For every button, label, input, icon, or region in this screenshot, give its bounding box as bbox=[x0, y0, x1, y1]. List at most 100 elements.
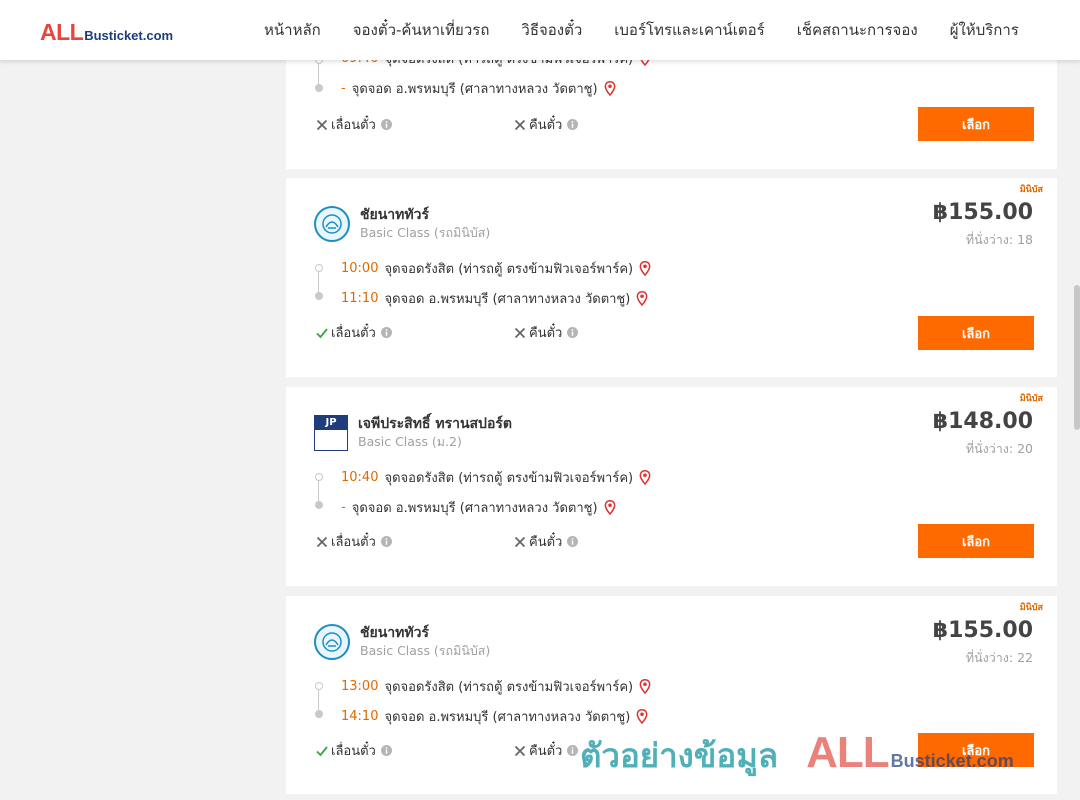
policy-label: เลื่อนตั๋ว bbox=[331, 118, 376, 133]
info-icon[interactable] bbox=[567, 536, 579, 547]
policy-label: เลื่อนตั๋ว bbox=[331, 535, 376, 550]
map-pin-icon[interactable] bbox=[636, 291, 648, 306]
trip-card: มินิบัส JP เจพีประสิทธิ์ ทรานสปอร์ต Basi… bbox=[286, 387, 1057, 586]
nav-book-search[interactable]: จองตั๋ว-ค้นหาเที่ยวรถ bbox=[337, 18, 506, 42]
operator-name: ชัยนาททัวร์ bbox=[360, 625, 429, 641]
nav-home[interactable]: หน้าหลัก bbox=[248, 18, 337, 42]
policy-reschedule: เลื่อนตั๋ว bbox=[316, 740, 392, 761]
seats-available: ที่นั่งว่าง: 22 bbox=[965, 650, 1033, 665]
select-trip-button[interactable]: เลือก bbox=[918, 316, 1034, 350]
stop-place: จุดจอด อ.พรหมบุรี (ศาลาทางหลวง วัดตาชู) bbox=[384, 292, 631, 307]
ticket-price: ฿155.00 bbox=[932, 618, 1033, 643]
stop-place: จุดจอด อ.พรหมบุรี (ศาลาทางหลวง วัดตาชู) bbox=[351, 501, 598, 516]
stop-origin: 10:40 จุดจอดรังสิต (ท่ารถตู้ ตรงข้ามฟิวเ… bbox=[341, 467, 651, 488]
stop-place: จุดจอด อ.พรหมบุรี (ศาลาทางหลวง วัดตาชู) bbox=[384, 710, 631, 725]
ticket-price: ฿155.00 bbox=[932, 200, 1033, 225]
operator-info: ชัยนาททัวร์ Basic Class (รถมินิบัส) bbox=[314, 624, 490, 660]
operator-info: ชัยนาททัวร์ Basic Class (รถมินิบัส) bbox=[314, 206, 490, 242]
map-pin-icon[interactable] bbox=[639, 261, 651, 276]
main-nav: หน้าหลัก จองตั๋ว-ค้นหาเที่ยวรถ วิธีจองตั… bbox=[248, 0, 1035, 60]
jp-logo-band bbox=[315, 430, 347, 450]
policy-reschedule: เลื่อนตั๋ว bbox=[316, 322, 392, 343]
timeline-end-dot bbox=[315, 710, 323, 718]
stop-place: จุดจอดรังสิต (ท่ารถตู้ ตรงข้ามฟิวเจอร์พา… bbox=[384, 680, 634, 695]
policy-reschedule: เลื่อนตั๋ว bbox=[316, 531, 392, 552]
info-icon[interactable] bbox=[380, 745, 392, 756]
timeline-start-dot bbox=[315, 473, 323, 481]
info-icon[interactable] bbox=[380, 536, 392, 547]
policy-label: คืนตั๋ว bbox=[529, 118, 563, 133]
timeline-start-dot bbox=[315, 264, 323, 272]
stop-time: 13:00 bbox=[341, 679, 379, 694]
check-icon bbox=[316, 745, 328, 756]
route-timeline bbox=[315, 56, 323, 92]
chainat-tour-logo-icon bbox=[322, 632, 342, 652]
stop-place: จุดจอด อ.พรหมบุรี (ศาลาทางหลวง วัดตาชู) bbox=[351, 82, 598, 97]
ticket-price: ฿148.00 bbox=[932, 409, 1033, 434]
chainat-tour-logo-icon bbox=[322, 214, 342, 234]
page-scrollbar-thumb[interactable] bbox=[1074, 285, 1080, 430]
operator-logo bbox=[314, 206, 350, 242]
jp-logo-text: JP bbox=[325, 417, 337, 428]
timeline-start-dot bbox=[315, 682, 323, 690]
cross-icon bbox=[316, 119, 328, 130]
policy-refund: คืนตั๋ว bbox=[514, 531, 579, 552]
operator-logo: JP bbox=[314, 415, 348, 451]
timeline-end-dot bbox=[315, 292, 323, 300]
info-icon[interactable] bbox=[380, 327, 392, 338]
cross-icon bbox=[514, 119, 526, 130]
operator-info: JP เจพีประสิทธิ์ ทรานสปอร์ต Basic Class … bbox=[314, 415, 512, 451]
bus-type-badge: มินิบัส bbox=[1019, 185, 1043, 195]
nav-check-booking[interactable]: เช็คสถานะการจอง bbox=[781, 18, 934, 42]
stop-place: จุดจอดรังสิต (ท่ารถตู้ ตรงข้ามฟิวเจอร์พา… bbox=[384, 471, 634, 486]
page-scrollbar-track[interactable] bbox=[1072, 60, 1080, 800]
logo-busticket-text: Busticket.com bbox=[84, 28, 174, 43]
bus-class: Basic Class (รถมินิบัส) bbox=[360, 643, 491, 658]
stop-origin: 10:00 จุดจอดรังสิต (ท่ารถตู้ ตรงข้ามฟิวเ… bbox=[341, 258, 651, 279]
stop-time: 11:10 bbox=[341, 291, 379, 306]
info-icon[interactable] bbox=[567, 119, 579, 130]
select-trip-button[interactable]: เลือก bbox=[918, 733, 1034, 767]
map-pin-icon[interactable] bbox=[639, 470, 651, 485]
policy-label: คืนตั๋ว bbox=[529, 326, 563, 341]
info-icon[interactable] bbox=[567, 745, 579, 756]
stop-destination: - จุดจอด อ.พรหมบุรี (ศาลาทางหลวง วัดตาชู… bbox=[341, 497, 616, 518]
stop-destination: 11:10 จุดจอด อ.พรหมบุรี (ศาลาทางหลวง วัด… bbox=[341, 288, 648, 309]
cross-icon bbox=[514, 327, 526, 338]
map-pin-icon[interactable] bbox=[636, 709, 648, 724]
top-header: ALL Busticket.com หน้าหลัก จองตั๋ว-ค้นหา… bbox=[0, 0, 1080, 60]
stop-origin: 13:00 จุดจอดรังสิต (ท่ารถตู้ ตรงข้ามฟิวเ… bbox=[341, 676, 651, 697]
nav-operators[interactable]: ผู้ให้บริการ bbox=[934, 18, 1035, 42]
cross-icon bbox=[316, 536, 328, 547]
info-icon[interactable] bbox=[567, 327, 579, 338]
nav-phone-counters[interactable]: เบอร์โทรและเคาน์เตอร์ bbox=[598, 18, 780, 42]
seats-available: ที่นั่งว่าง: 20 bbox=[965, 441, 1033, 456]
nav-how-to-book[interactable]: วิธีจองตั๋ว bbox=[505, 18, 598, 42]
policy-label: เลื่อนตั๋ว bbox=[331, 326, 376, 341]
bus-type-badge: มินิบัส bbox=[1019, 394, 1043, 404]
map-pin-icon[interactable] bbox=[604, 500, 616, 515]
map-pin-icon[interactable] bbox=[639, 679, 651, 694]
bus-type-badge: มินิบัส bbox=[1019, 603, 1043, 613]
stop-time: - bbox=[341, 81, 346, 96]
stop-destination: - จุดจอด อ.พรหมบุรี (ศาลาทางหลวง วัดตาชู… bbox=[341, 78, 616, 99]
bus-class: Basic Class (รถมินิบัส) bbox=[360, 225, 491, 240]
site-logo[interactable]: ALL Busticket.com bbox=[40, 19, 173, 46]
trip-card: มินิบัส ชัยนาททัวร์ Basic Class (รถมินิบ… bbox=[286, 596, 1057, 794]
trip-card: มินิบัส ชัยนาททัวร์ Basic Class (รถมินิบ… bbox=[286, 178, 1057, 377]
stop-place: จุดจอดรังสิต (ท่ารถตู้ ตรงข้ามฟิวเจอร์พา… bbox=[384, 262, 634, 277]
operator-logo bbox=[314, 624, 350, 660]
cross-icon bbox=[514, 536, 526, 547]
logo-all-text: ALL bbox=[40, 19, 84, 45]
seats-available: ที่นั่งว่าง: 18 bbox=[965, 232, 1033, 247]
timeline-end-dot bbox=[315, 84, 323, 92]
map-pin-icon[interactable] bbox=[604, 81, 616, 96]
select-trip-button[interactable]: เลือก bbox=[918, 107, 1034, 141]
info-icon[interactable] bbox=[380, 119, 392, 130]
route-timeline bbox=[315, 473, 323, 509]
timeline-end-dot bbox=[315, 501, 323, 509]
select-trip-button[interactable]: เลือก bbox=[918, 524, 1034, 558]
policy-label: คืนตั๋ว bbox=[529, 535, 563, 550]
policy-refund: คืนตั๋ว bbox=[514, 740, 579, 761]
stop-time: - bbox=[341, 500, 346, 515]
